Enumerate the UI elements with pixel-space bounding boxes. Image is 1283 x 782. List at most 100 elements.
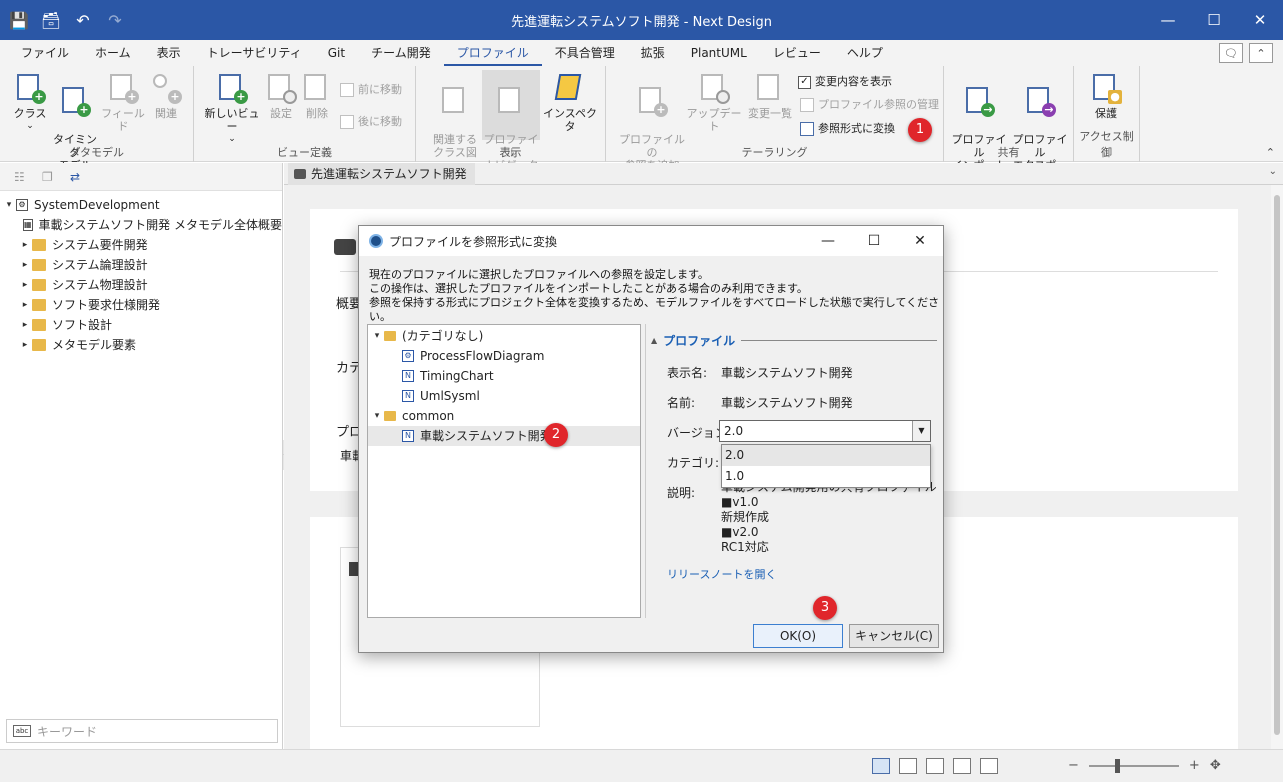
open-icon[interactable]: 🗃 [41,11,61,30]
tree-profile-item[interactable]: N TimingChart [368,366,640,386]
tab-plantuml[interactable]: PlantUML [678,42,760,66]
tab-profile[interactable]: プロファイル [443,42,542,66]
field-button[interactable]: + フィールド [100,72,146,133]
profile-icon: N [402,370,414,382]
document-tabs: 先進運転システムソフト開発 ⌄ [284,163,1283,185]
show-changes-checkbox[interactable]: ✓ 変更内容を表示 [798,72,892,92]
collapse-icon: ▲ [651,336,658,345]
tab-defects[interactable]: 不具合管理 [542,42,628,66]
relation-icon: + [150,72,182,104]
move-prev-button[interactable]: 前に移動 [340,80,402,100]
comment-icon[interactable]: 🗨 [1219,43,1243,63]
tab-home[interactable]: ホーム [82,42,144,66]
tab-extensions[interactable]: 拡張 [628,42,678,66]
folder-icon [32,299,46,311]
display-name-label: 表示名: [667,366,708,380]
document-tab[interactable]: 先進運転システムソフト開発 [288,163,475,185]
layout-5-icon[interactable] [980,758,998,774]
inspector-button[interactable]: インスペクタ [540,72,600,133]
tab-team[interactable]: チーム開発 [358,42,444,66]
update-button[interactable]: アップデート [686,72,742,133]
release-notes-link[interactable]: リリースノートを開く [667,566,776,582]
version-select[interactable]: 2.0 ▼ [719,420,931,442]
copy-icon[interactable]: ❐ [42,170,58,184]
redo-icon[interactable]: ↷ [106,11,124,30]
maximize-button[interactable]: ☐ [1191,0,1237,40]
profile-properties: ▲ プロファイル 表示名: 車載システムソフト開発 名前: 車載システムソフト開… [651,324,937,620]
zoom-slider[interactable] [1088,758,1179,773]
sync-icon[interactable]: ⇄ [70,170,86,184]
search-input[interactable]: abc キーワード [6,719,278,743]
protect-button[interactable]: ● 保護 [1084,72,1128,120]
tree-node-folder[interactable]: ▸ システム要件開発 [0,235,282,255]
layout-1-icon[interactable] [872,758,890,774]
layout-4-icon[interactable] [953,758,971,774]
tab-help[interactable]: ヘルプ [834,42,896,66]
save-icon[interactable]: 💾 [9,11,29,30]
layout-2-icon[interactable] [899,758,917,774]
version-option[interactable]: 1.0 [722,466,930,487]
dialog-close-button[interactable]: ✕ [897,226,943,256]
group-share: → プロファイル インポート → プロファイル エクスポート 共有 [944,66,1074,185]
zoom-out-icon[interactable]: − [1068,758,1079,773]
ok-button[interactable]: OK(O) [753,624,843,648]
minimize-button[interactable]: — [1145,0,1191,40]
tree-category-common[interactable]: ▾ common [368,406,640,426]
folder-icon [32,319,46,331]
tree-node-folder[interactable]: ▸ システム物理設計 [0,275,282,295]
folder-icon [32,279,46,291]
profile-icon: N [402,390,414,402]
layout-3-icon[interactable] [926,758,944,774]
close-button[interactable]: ✕ [1237,0,1283,40]
new-view-button[interactable]: + 新しいビュー ⌄ [200,72,264,146]
manage-profile-ref-button[interactable]: プロファイル参照の管理 [800,95,939,115]
tree-node-overview[interactable]: ▦ 車載システムソフト開発 メタモデル全体概要 [0,215,282,235]
tree-category-none[interactable]: ▾ (カテゴリなし) [368,326,640,346]
class-button[interactable]: + クラス ⌄ [8,72,52,133]
tree-node-folder[interactable]: ▸ システム論理設計 [0,255,282,275]
tab-git[interactable]: Git [315,42,358,66]
expanded-icon: ▾ [6,200,12,210]
window-title: 先進運転システムソフト開発 - Next Design [511,14,772,30]
move-next-button[interactable]: 後に移動 [340,112,402,132]
tree-node-root[interactable]: ▾ ⚙ SystemDevelopment [0,195,282,215]
tree-node-folder[interactable]: ▸ ソフト設計 [0,315,282,335]
dialog-minimize-button[interactable]: — [805,226,851,256]
tab-traceability[interactable]: トレーサビリティ [194,42,315,66]
description-label: 説明: [667,486,696,500]
chevron-down-icon[interactable]: ⌄ [1269,166,1277,177]
hierarchy-icon[interactable]: ☷ [14,170,30,184]
cancel-button[interactable]: キャンセル(C) [849,624,939,648]
tree-profile-item[interactable]: ⚙ ProcessFlowDiagram [368,346,640,366]
version-option[interactable]: 2.0 [722,445,930,466]
tree-profile-item[interactable]: N UmlSysml [368,386,640,406]
tab-file[interactable]: ファイル [8,42,82,66]
tab-review[interactable]: レビュー [760,42,834,66]
change-list-button[interactable]: 変更一覧 [742,72,798,120]
tree-profile-item-selected[interactable]: N 車載システムソフト開発 [368,426,640,446]
delete-button[interactable]: 削除 [300,72,334,120]
dialog-description: 現在のプロファイルに選択したプロファイルへの参照を設定します。 この操作は、選択… [369,268,940,323]
dropdown-arrow-icon[interactable]: ▼ [912,421,930,441]
collapse-ribbon-icon[interactable]: ⌃ [1266,146,1275,159]
tab-view[interactable]: 表示 [144,42,194,66]
section-header[interactable]: ▲ プロファイル [651,332,937,349]
profile-icon: N [402,430,414,442]
undo-icon[interactable]: ↶ [74,11,92,30]
zoom-in-icon[interactable]: + [1189,758,1200,773]
relation-button[interactable]: + 関連 [146,72,186,120]
delete-icon [301,72,333,104]
settings-button[interactable]: 設定 [264,72,298,120]
convert-to-ref-button[interactable]: 参照形式に変換 [800,119,895,139]
fit-icon[interactable]: ✥ [1210,758,1221,773]
tree-node-folder[interactable]: ▸ メタモデル要素 [0,335,282,355]
tree-node-folder[interactable]: ▸ ソフト要求仕様開発 [0,295,282,315]
diagram-icon: ▦ [22,219,33,231]
dialog-maximize-button[interactable]: ☐ [851,226,897,256]
collapse-up-icon[interactable]: ⌃ [1249,43,1273,63]
import-icon: → [963,85,995,117]
new-view-icon: + [216,72,248,104]
profile-navigator-button[interactable]: プロファイル ナビゲータ [482,70,540,172]
vertical-scrollbar[interactable] [1271,185,1283,749]
update-icon [698,72,730,104]
